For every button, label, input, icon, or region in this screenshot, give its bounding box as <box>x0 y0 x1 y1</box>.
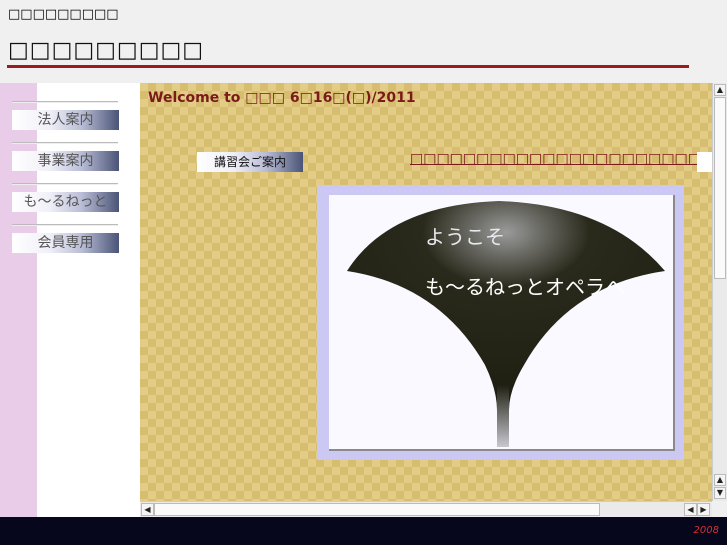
hero-panel: ようこそ も～るねっとオペラへ <box>329 195 675 451</box>
nav-separator <box>12 224 118 226</box>
nav-separator <box>12 183 118 185</box>
footer-bar: 2008 <box>0 517 727 545</box>
partial-button[interactable] <box>697 152 712 172</box>
scroll-up-arrow-icon[interactable]: ▲ <box>714 84 726 96</box>
scroll-down-arrow-icon[interactable]: ▼ <box>714 487 726 499</box>
site-title: □□□□□□□□□ <box>8 38 205 63</box>
hero-banner: ようこそ も～るねっとオペラへ <box>317 185 684 460</box>
title-underline <box>7 65 689 68</box>
vertical-scrollbar[interactable]: ▲ ▲ ▼ <box>712 83 727 501</box>
horizontal-scrollbar[interactable]: ◀ ◀ ▶ <box>140 501 712 518</box>
horizontal-scroll-thumb[interactable] <box>154 503 600 516</box>
welcome-message: Welcome to □□□ 6□16□(□)/2011 <box>148 90 416 106</box>
lecture-info-button[interactable]: 講習会ご案内 <box>197 152 303 172</box>
footer-year: 2008 <box>693 525 719 536</box>
main-content-frame: Welcome to □□□ 6□16□(□)/2011 講習会ご案内 □□□□… <box>140 83 712 501</box>
nav-button-mall-net[interactable]: も～るねっと <box>12 192 119 212</box>
nav-button-members-only[interactable]: 会員専用 <box>12 233 119 253</box>
browser-title: □□□□□□□□□ <box>8 7 119 22</box>
nav-separator <box>12 142 118 144</box>
scroll-left-arrow-icon[interactable]: ◀ <box>684 503 697 516</box>
nav-separator <box>12 101 118 103</box>
left-decorative-strip <box>0 83 37 517</box>
hero-greeting: ようこそ <box>425 225 505 249</box>
vertical-scroll-thumb[interactable] <box>714 97 726 279</box>
news-link[interactable]: □□□□□□□□□□□□□□□□□□□□□□ <box>410 151 701 167</box>
scroll-up-arrow-icon[interactable]: ▲ <box>714 474 726 486</box>
nav-button-business-info[interactable]: 事業案内 <box>12 151 119 171</box>
scroll-right-arrow-icon[interactable]: ▶ <box>697 503 710 516</box>
hero-tagline: も～るねっとオペラへ <box>425 275 625 299</box>
nav-button-corporate-info[interactable]: 法人案内 <box>12 110 119 130</box>
sidebar <box>37 83 140 517</box>
scroll-left-arrow-icon[interactable]: ◀ <box>141 503 154 516</box>
